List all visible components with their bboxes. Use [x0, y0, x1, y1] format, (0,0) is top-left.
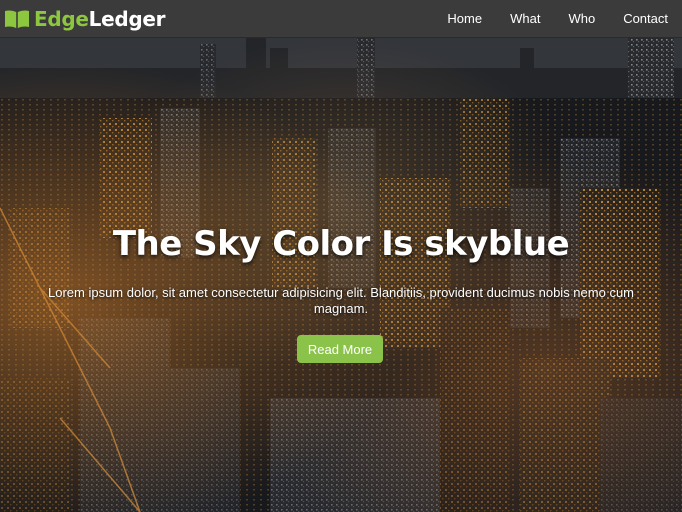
- navbar: EdgeLedger Home What Who Contact: [0, 0, 682, 38]
- nav-link-who[interactable]: Who: [558, 0, 605, 38]
- brand-name: EdgeLedger: [34, 6, 166, 31]
- nav-links: Home What Who Contact: [437, 0, 682, 38]
- brand-name-part-1: Edge: [34, 6, 89, 31]
- hero-content: The Sky Color Is skyblue Lorem ipsum dol…: [0, 38, 682, 512]
- brand-name-part-2: Ledger: [88, 6, 166, 31]
- open-book-icon: [5, 9, 29, 28]
- hero-text: Lorem ipsum dolor, sit amet consectetur …: [48, 285, 634, 316]
- hero-section: The Sky Color Is skyblue Lorem ipsum dol…: [0, 38, 682, 512]
- read-more-button[interactable]: Read More: [297, 335, 383, 363]
- hero-title: The Sky Color Is skyblue: [112, 224, 570, 264]
- brand-logo[interactable]: EdgeLedger: [4, 6, 166, 31]
- nav-link-contact[interactable]: Contact: [613, 0, 678, 38]
- nav-link-what[interactable]: What: [500, 0, 550, 38]
- nav-link-home[interactable]: Home: [437, 0, 492, 38]
